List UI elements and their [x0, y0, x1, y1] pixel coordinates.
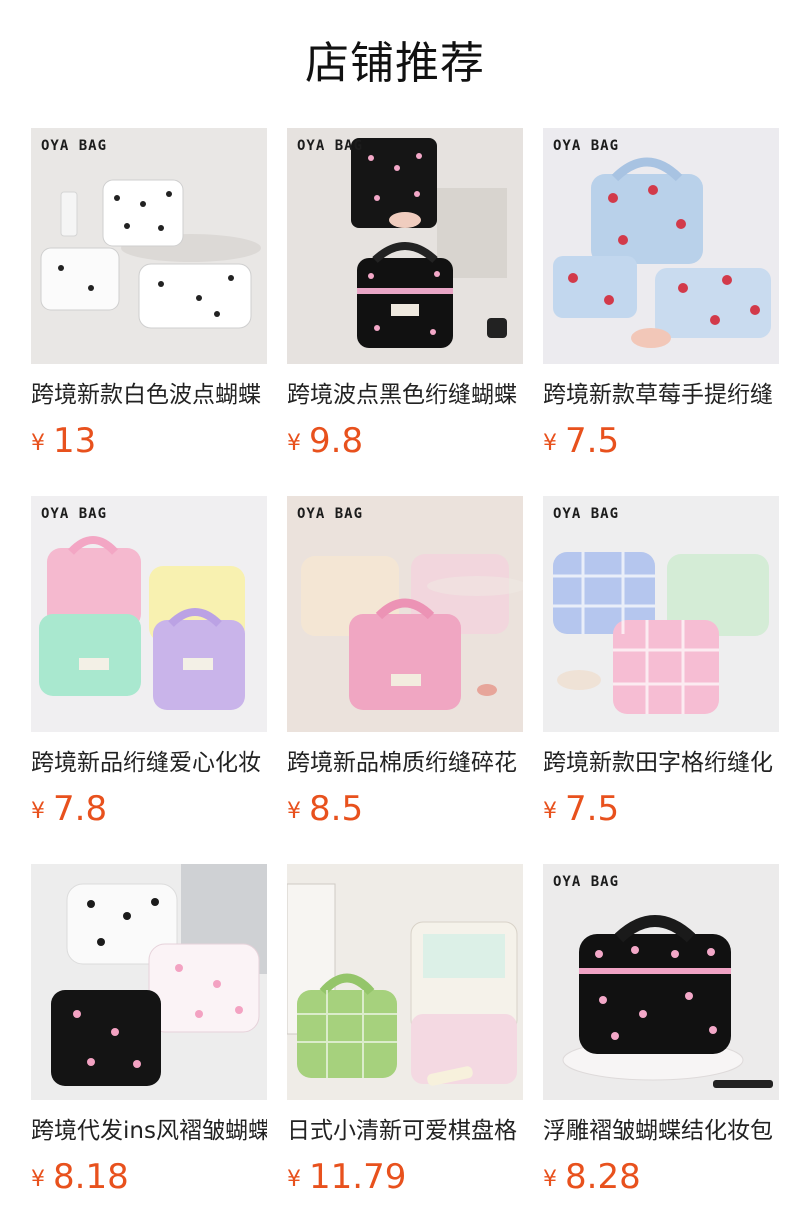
- product-price: ¥7.8: [31, 784, 267, 840]
- product-name[interactable]: 跨境波点黑色绗缝蝴蝶: [287, 378, 523, 412]
- product-card[interactable]: OYA BAG 跨境新品棉质绗缝碎花 ¥8.5: [287, 496, 523, 840]
- price-value: 9.8: [309, 421, 364, 461]
- price-value: 7.5: [565, 789, 620, 829]
- product-card[interactable]: OYA BAG 跨境新款草莓手提绗缝 ¥7.5: [543, 128, 779, 472]
- product-price: ¥9.8: [287, 416, 523, 472]
- page-title: 店铺推荐: [305, 38, 485, 89]
- product-card[interactable]: 日式小清新可爱棋盘格 ¥11.79: [287, 864, 523, 1208]
- product-price: ¥8.5: [287, 784, 523, 840]
- currency-symbol: ¥: [287, 1167, 301, 1192]
- product-name[interactable]: 跨境新款田字格绗缝化: [543, 746, 779, 780]
- brand-watermark: OYA BAG: [553, 874, 620, 890]
- currency-symbol: ¥: [31, 799, 45, 824]
- product-name[interactable]: 日式小清新可爱棋盘格: [287, 1114, 523, 1148]
- product-name[interactable]: 跨境新品棉质绗缝碎花: [287, 746, 523, 780]
- currency-symbol: ¥: [543, 1167, 557, 1192]
- product-price: ¥7.5: [543, 416, 779, 472]
- price-value: 8.28: [565, 1157, 641, 1197]
- product-image[interactable]: OYA BAG: [543, 128, 779, 364]
- currency-symbol: ¥: [287, 431, 301, 456]
- product-image[interactable]: OYA BAG: [31, 128, 267, 364]
- brand-watermark: OYA BAG: [41, 138, 108, 154]
- product-image[interactable]: OYA BAG: [287, 128, 523, 364]
- product-name[interactable]: 跨境代发ins风褶皱蝴蝶: [31, 1114, 267, 1148]
- brand-watermark: OYA BAG: [553, 138, 620, 154]
- product-card[interactable]: OYA BAG 浮雕褶皱蝴蝶结化妆包 ¥8.28: [543, 864, 779, 1208]
- product-price: ¥11.79: [287, 1152, 523, 1208]
- product-price: ¥7.5: [543, 784, 779, 840]
- price-value: 13: [53, 421, 97, 461]
- price-value: 8.5: [309, 789, 364, 829]
- product-image[interactable]: OYA BAG: [543, 496, 779, 732]
- price-value: 8.18: [53, 1157, 129, 1197]
- currency-symbol: ¥: [287, 799, 301, 824]
- product-price: ¥8.28: [543, 1152, 779, 1208]
- product-image[interactable]: [287, 864, 523, 1100]
- product-card[interactable]: OYA BAG 跨境波点黑色绗缝蝴蝶 ¥9.8: [287, 128, 523, 472]
- price-value: 7.8: [53, 789, 108, 829]
- price-value: 11.79: [309, 1157, 407, 1197]
- product-price: ¥8.18: [31, 1152, 267, 1208]
- product-image[interactable]: OYA BAG: [543, 864, 779, 1100]
- product-card[interactable]: OYA BAG 跨境新款田字格绗缝化 ¥7.5: [543, 496, 779, 840]
- brand-watermark: OYA BAG: [553, 506, 620, 522]
- price-value: 7.5: [565, 421, 620, 461]
- currency-symbol: ¥: [31, 431, 45, 456]
- product-name[interactable]: 跨境新款白色波点蝴蝶: [31, 378, 267, 412]
- currency-symbol: ¥: [31, 1167, 45, 1192]
- product-image[interactable]: OYA BAG: [31, 496, 267, 732]
- brand-watermark: OYA BAG: [297, 506, 364, 522]
- brand-watermark: OYA BAG: [41, 506, 108, 522]
- product-card[interactable]: 跨境代发ins风褶皱蝴蝶 ¥8.18: [31, 864, 267, 1208]
- product-name[interactable]: 浮雕褶皱蝴蝶结化妆包: [543, 1114, 779, 1148]
- product-card[interactable]: OYA BAG 跨境新品绗缝爱心化妆 ¥7.8: [31, 496, 267, 840]
- currency-symbol: ¥: [543, 431, 557, 456]
- product-name[interactable]: 跨境新品绗缝爱心化妆: [31, 746, 267, 780]
- product-image[interactable]: [31, 864, 267, 1100]
- currency-symbol: ¥: [543, 799, 557, 824]
- product-price: ¥13: [31, 416, 267, 472]
- product-card[interactable]: OYA BAG 跨境新款白色波点蝴蝶 ¥13: [31, 128, 267, 472]
- product-image[interactable]: OYA BAG: [287, 496, 523, 732]
- brand-watermark: OYA BAG: [297, 138, 364, 154]
- product-name[interactable]: 跨境新款草莓手提绗缝: [543, 378, 779, 412]
